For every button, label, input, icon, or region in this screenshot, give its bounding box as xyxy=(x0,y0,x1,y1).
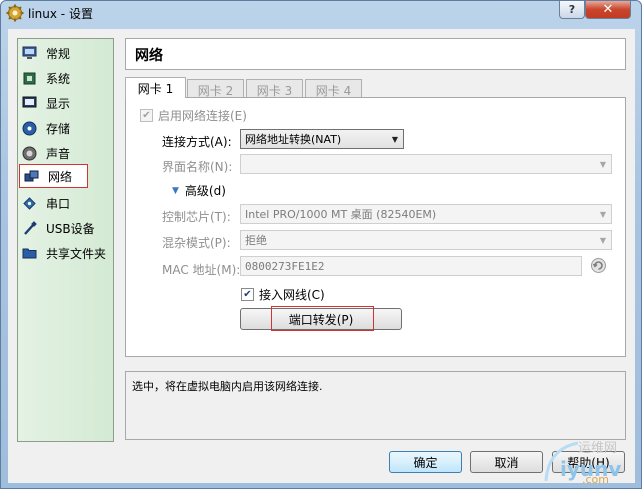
page-title: 网络 xyxy=(135,48,163,64)
watermark-text-domain: .com xyxy=(582,473,609,486)
system-icon xyxy=(21,70,37,86)
sidebar-item-label: 常规 xyxy=(46,46,71,61)
close-button[interactable]: ✕ xyxy=(585,1,631,19)
tab-adapter-1[interactable]: 网卡 1 xyxy=(125,77,186,98)
window-title: linux - 设置 xyxy=(28,7,93,21)
promisc-label: 混杂模式(P): xyxy=(162,236,231,250)
attach-row: 连接方式(A): xyxy=(162,133,232,150)
storage-icon xyxy=(21,120,37,136)
page-title-panel: 网络 xyxy=(125,38,626,70)
cancel-button[interactable]: 取消 xyxy=(470,451,543,473)
cable-connected-row: ✔ 接入网线(C) xyxy=(241,286,325,303)
description-panel: 选中，将在虚拟电脑内启用该网络连接. xyxy=(125,371,626,440)
sidebar-item-general[interactable]: 常规 xyxy=(18,42,113,64)
chevron-down-icon: ▼ xyxy=(599,236,606,245)
audio-icon xyxy=(21,145,37,161)
watermark-logo: 运维网 iyunv .com xyxy=(538,437,638,486)
promisc-mode-value: 拒绝 xyxy=(245,234,267,247)
sidebar-item-usb[interactable]: USB设备 xyxy=(18,217,113,239)
dialog-body: 常规 系统 显示 存储 声音 网络 串口 USB设备 共享文件夹 网络 网卡 1… xyxy=(8,29,635,483)
interface-name-select[interactable]: ▼ xyxy=(240,154,612,174)
sidebar-item-label: 声音 xyxy=(46,146,71,161)
sidebar-item-label: 系统 xyxy=(46,71,71,86)
sidebar-item-label: 显示 xyxy=(46,96,71,111)
shared-folder-icon xyxy=(21,245,37,261)
tab-adapter-2[interactable]: 网卡 2 xyxy=(187,79,244,98)
display-icon xyxy=(21,95,37,111)
tab-adapter-4[interactable]: 网卡 4 xyxy=(305,79,362,98)
mac-label: MAC 地址(M): xyxy=(162,263,241,277)
sidebar-item-audio[interactable]: 声音 xyxy=(18,142,113,164)
sidebar-item-system[interactable]: 系统 xyxy=(18,67,113,89)
settings-sidebar: 常规 系统 显示 存储 声音 网络 串口 USB设备 共享文件夹 xyxy=(17,38,114,442)
title-bar: linux - 设置 ? ✕ xyxy=(1,1,641,25)
sidebar-item-label: 共享文件夹 xyxy=(46,246,107,261)
adapter-type-label: 控制芯片(T): xyxy=(162,210,231,224)
watermark-text-cn: 运维网 xyxy=(578,441,618,456)
gear-icon xyxy=(6,4,24,22)
port-forwarding-highlight xyxy=(271,306,374,331)
attach-type-value: 网络地址转换(NAT) xyxy=(245,133,342,146)
attach-type-select[interactable]: 网络地址转换(NAT) ▼ xyxy=(240,129,404,149)
tab-adapter-3[interactable]: 网卡 3 xyxy=(246,79,303,98)
sidebar-item-network[interactable]: 网络 xyxy=(19,164,88,188)
attach-label: 连接方式(A): xyxy=(162,135,232,149)
title-help-button[interactable]: ? xyxy=(559,1,585,19)
enable-network-checkbox[interactable]: ✔ xyxy=(140,109,153,122)
adapter-type-select[interactable]: Intel PRO/1000 MT 桌面 (82540EM) ▼ xyxy=(240,204,612,224)
description-text: 选中，将在虚拟电脑内启用该网络连接. xyxy=(132,380,323,393)
sidebar-item-shared-folders[interactable]: 共享文件夹 xyxy=(18,242,113,264)
sidebar-item-label: USB设备 xyxy=(46,221,95,236)
general-icon xyxy=(21,45,37,61)
name-row: 界面名称(N): xyxy=(162,158,232,175)
ok-button[interactable]: 确定 xyxy=(389,451,462,473)
name-label: 界面名称(N): xyxy=(162,160,233,174)
sidebar-item-display[interactable]: 显示 xyxy=(18,92,113,114)
settings-window: linux - 设置 ? ✕ 常规 系统 显示 存储 声音 网络 串口 USB设… xyxy=(0,0,642,489)
sidebar-item-serial[interactable]: 串口 xyxy=(18,192,113,214)
chevron-down-icon: ▼ xyxy=(599,160,606,169)
enable-network-label: 启用网络连接(E) xyxy=(158,109,247,123)
mac-address-value: 0800273FE1E2 xyxy=(245,259,325,273)
refresh-icon xyxy=(590,257,607,277)
serial-port-icon xyxy=(21,195,37,211)
usb-icon xyxy=(21,220,37,236)
network-icon xyxy=(23,168,39,184)
sidebar-item-label: 存储 xyxy=(46,121,71,136)
sidebar-item-storage[interactable]: 存储 xyxy=(18,117,113,139)
adapter-settings-panel: ✔ 启用网络连接(E) 连接方式(A): 网络地址转换(NAT) ▼ 界面名称(… xyxy=(125,97,626,357)
promisc-row: 混杂模式(P): xyxy=(162,234,231,251)
enable-network-row: ✔ 启用网络连接(E) xyxy=(140,107,247,124)
advanced-label: 高级(d) xyxy=(184,184,226,198)
advanced-toggle[interactable]: ▼ 高级(d) xyxy=(172,182,226,199)
chevron-down-icon: ▼ xyxy=(599,210,606,219)
mac-row: MAC 地址(M): xyxy=(162,261,240,278)
cable-connected-checkbox[interactable]: ✔ xyxy=(241,288,254,301)
adapter-type-value: Intel PRO/1000 MT 桌面 (82540EM) xyxy=(245,208,437,221)
promisc-mode-select[interactable]: 拒绝 ▼ xyxy=(240,230,612,250)
cable-connected-label: 接入网线(C) xyxy=(259,288,325,302)
adapter-type-row: 控制芯片(T): xyxy=(162,208,231,225)
sidebar-item-label: 网络 xyxy=(48,169,73,184)
sidebar-item-label: 串口 xyxy=(46,196,71,211)
refresh-mac-button[interactable] xyxy=(590,257,607,277)
chevron-down-icon: ▼ xyxy=(391,135,398,144)
mac-address-field[interactable]: 0800273FE1E2 xyxy=(240,256,582,276)
expand-triangle-icon: ▼ xyxy=(172,185,179,196)
